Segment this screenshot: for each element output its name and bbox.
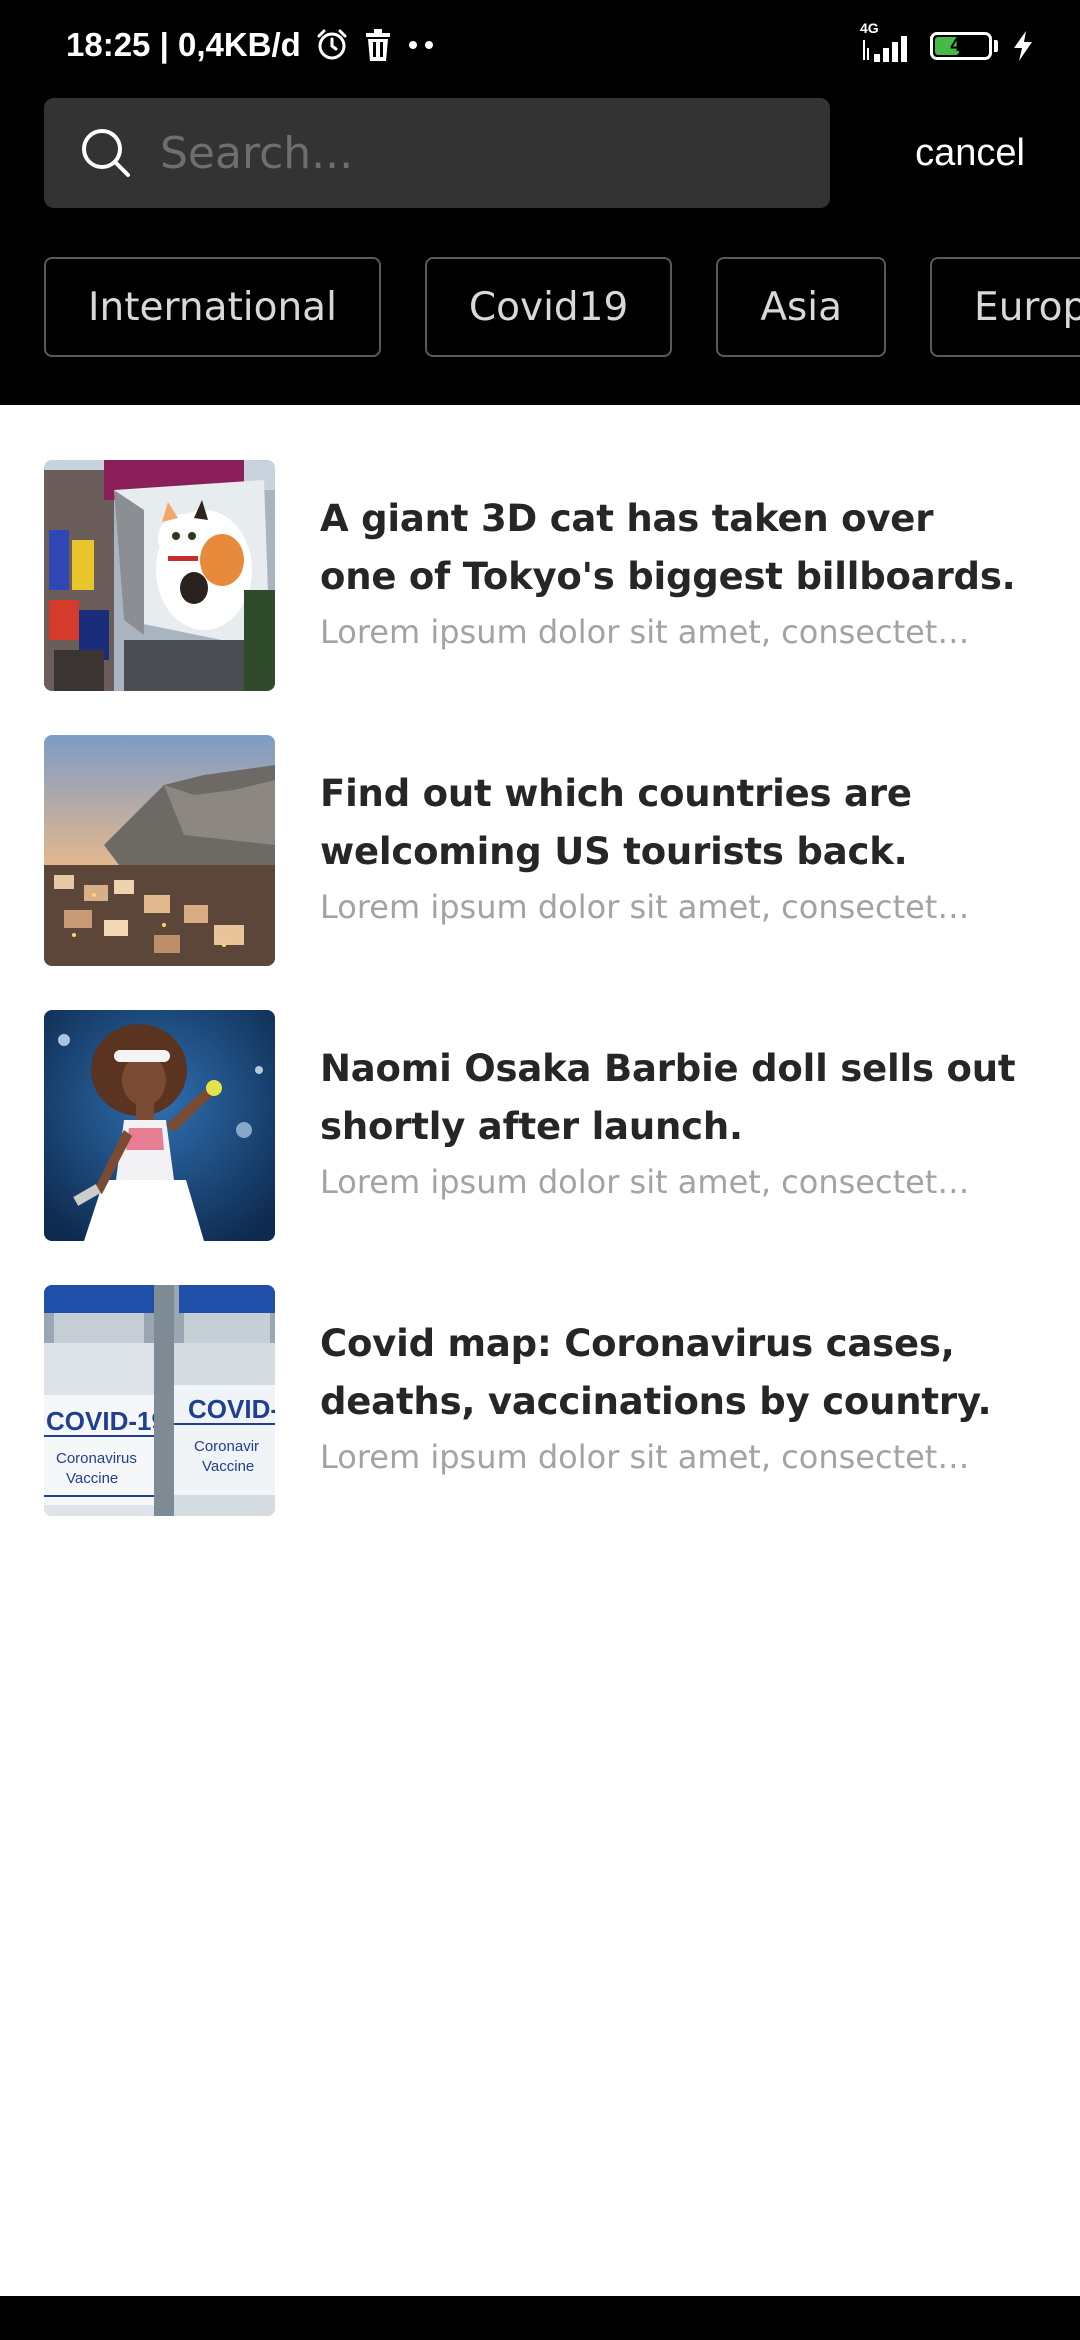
news-list: A giant 3D cat has taken over one of Tok…: [0, 460, 1080, 1560]
news-title[interactable]: Find out which countries are welcoming U…: [320, 765, 1020, 881]
news-title[interactable]: Naomi Osaka Barbie doll sells out shortl…: [320, 1040, 1020, 1156]
battery-icon: 47: [930, 32, 998, 60]
chip-international[interactable]: International: [44, 257, 381, 357]
news-excerpt: Lorem ipsum dolor sit amet, consectetur …: [320, 613, 980, 651]
news-item[interactable]: Naomi Osaka Barbie doll sells out shortl…: [0, 1010, 1080, 1285]
status-time: 18:25 | 0,4KB/d: [66, 26, 301, 63]
news-title[interactable]: Covid map: Coronavirus cases, deaths, va…: [320, 1315, 1020, 1431]
news-thumbnail[interactable]: [44, 735, 275, 966]
news-item[interactable]: A giant 3D cat has taken over one of Tok…: [0, 460, 1080, 735]
category-chips: International Covid19 Asia Europe: [44, 257, 1080, 357]
search-input[interactable]: [158, 112, 802, 194]
news-excerpt: Lorem ipsum dolor sit amet, consectetur …: [320, 1163, 980, 1201]
news-item[interactable]: COVID-19 Coronavirus Vaccine COVID-1 Cor…: [0, 1285, 1080, 1560]
vial-sub2-right: Vaccine: [202, 1458, 254, 1475]
battery-percent: 47: [950, 35, 972, 56]
search-screen: 18:25 | 0,4KB/d 4G 47 Search... cancel I…: [0, 0, 1080, 2340]
vial-label-right: COVID-1: [188, 1394, 275, 1424]
status-bar: 18:25 | 0,4KB/d 4G 47: [0, 0, 1080, 96]
status-right: 4G 47: [860, 20, 1034, 64]
news-text: Covid map: Coronavirus cases, deaths, va…: [320, 1315, 1020, 1479]
vial-sub2-left: Vaccine: [66, 1470, 118, 1487]
news-item[interactable]: Find out which countries are welcoming U…: [0, 735, 1080, 1010]
news-text: Find out which countries are welcoming U…: [320, 765, 1020, 929]
news-thumbnail[interactable]: [44, 460, 275, 691]
trash-icon: [363, 28, 393, 62]
header: 18:25 | 0,4KB/d 4G 47 Search... cancel I…: [0, 0, 1080, 405]
navigation-bar: [0, 2296, 1080, 2340]
vial-label-left: COVID-19: [46, 1406, 166, 1436]
search-box[interactable]: [44, 98, 830, 208]
charging-icon: [1012, 30, 1034, 62]
status-left: 18:25 | 0,4KB/d: [66, 26, 437, 64]
news-thumbnail[interactable]: COVID-19 Coronavirus Vaccine COVID-1 Cor…: [44, 1285, 275, 1516]
news-text: A giant 3D cat has taken over one of Tok…: [320, 490, 1020, 654]
news-excerpt: Lorem ipsum dolor sit amet, consectetur …: [320, 888, 980, 926]
network-type: 4G: [860, 20, 879, 36]
chip-asia[interactable]: Asia: [716, 257, 887, 357]
chip-covid19[interactable]: Covid19: [424, 257, 673, 357]
chip-europe[interactable]: Europe: [930, 257, 1080, 357]
news-title[interactable]: A giant 3D cat has taken over one of Tok…: [320, 490, 1020, 606]
news-text: Naomi Osaka Barbie doll sells out shortl…: [320, 1040, 1020, 1204]
vial-sub-right: Coronavir: [194, 1438, 259, 1455]
vial-sub-left: Coronavirus: [56, 1450, 137, 1467]
alarm-icon: [315, 28, 349, 62]
battery-cap: [994, 40, 998, 52]
signal-icon: 4G: [860, 20, 916, 64]
battery-indicator: 47: [930, 32, 992, 60]
search-icon: [80, 127, 132, 179]
news-excerpt: Lorem ipsum dolor sit amet, consectetur …: [320, 1438, 980, 1476]
cancel-button[interactable]: cancel: [890, 122, 1050, 184]
more-dots-icon: [407, 39, 437, 51]
news-thumbnail[interactable]: [44, 1010, 275, 1241]
